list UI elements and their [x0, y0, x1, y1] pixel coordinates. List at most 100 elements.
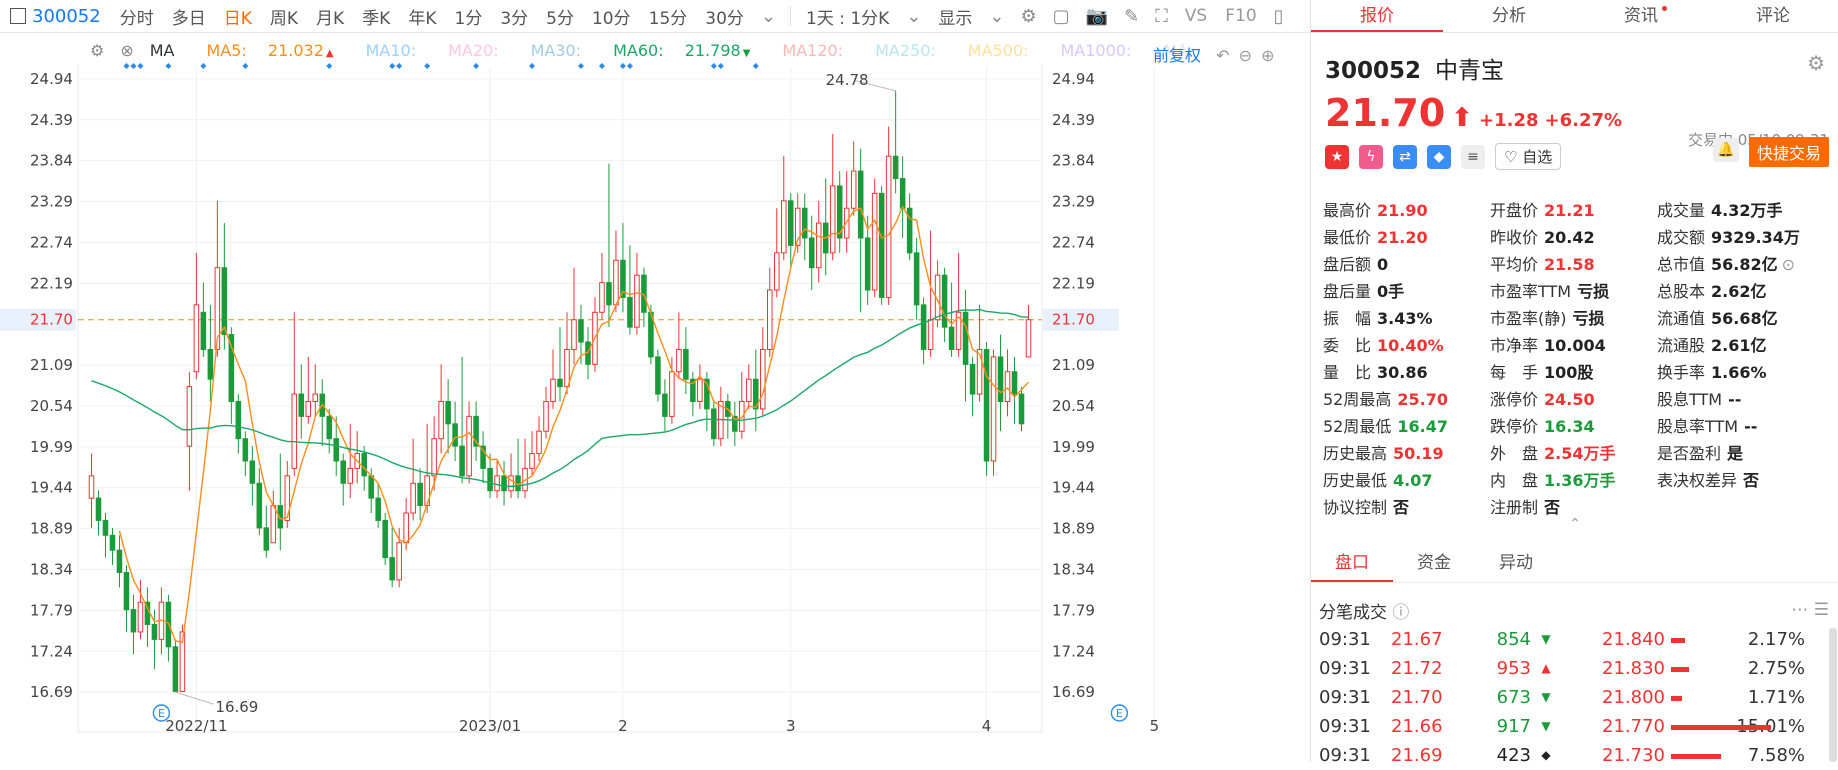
period-tab[interactable]: 5分 — [546, 4, 574, 29]
quote-panel: 报价 分析 资讯 评论 300052 中青宝 21.70 ⬆ +1.28 +6.27% … — [1310, 0, 1838, 766]
period-tab[interactable]: 日K — [224, 4, 252, 29]
period-tab[interactable]: 30分 — [705, 4, 744, 29]
more-icon[interactable]: ⊙ — [1782, 255, 1795, 274]
chevron-down-icon[interactable]: ⌄ — [906, 6, 921, 27]
bell-icon[interactable]: 🔔 — [1713, 138, 1739, 162]
interval-select[interactable]: 1天 : 1分K — [806, 4, 889, 29]
candle-body — [438, 401, 444, 440]
close-icon[interactable]: ⊗ — [120, 41, 133, 60]
event-marker[interactable] — [123, 63, 130, 69]
sub-tab[interactable]: 盘口 — [1311, 544, 1393, 582]
stat-item: 市净率 10.004 — [1490, 334, 1657, 358]
candle-body — [501, 475, 507, 492]
level-bar-fill — [1671, 725, 1771, 730]
note-icon[interactable]: ≡ — [1461, 144, 1485, 169]
event-marker[interactable] — [577, 63, 584, 69]
ma-legend-item[interactable]: MA60: 21.798 ▼ — [613, 41, 766, 60]
stat-value: 是 — [1727, 444, 1744, 463]
settings-icon[interactable]: ⚙ — [1021, 6, 1037, 27]
event-marker[interactable] — [326, 63, 333, 69]
flash-icon[interactable]: ϟ — [1359, 144, 1383, 169]
period-tab[interactable]: 月K — [316, 4, 344, 29]
period-tab[interactable]: 1分 — [455, 4, 483, 29]
settings-icon[interactable]: ⚙ — [90, 41, 104, 60]
collapse-icon[interactable]: ⌃ — [1311, 517, 1838, 531]
ma-legend-item[interactable]: MA500: — [968, 41, 1045, 60]
kline-chart[interactable]: ⚙ ⊗ MA MA5: 21.032 ▲ MA10: MA20: MA30: MA60: 2… — [0, 33, 1310, 762]
sub-tab[interactable]: 异动 — [1475, 544, 1557, 582]
event-marker[interactable] — [626, 63, 633, 69]
period-tab[interactable]: 分时 — [120, 4, 154, 29]
event-marker[interactable] — [752, 63, 759, 69]
event-marker[interactable] — [473, 63, 480, 69]
ma-legend-item[interactable]: MA20: — [448, 41, 515, 60]
more-icon[interactable]: ⋯ ☰ — [1791, 600, 1829, 620]
stat-item: 市盈率TTM 亏损 — [1490, 280, 1657, 304]
event-marker[interactable] — [598, 63, 605, 69]
ma-legend-item[interactable]: MA5: 21.032 ▲ — [207, 41, 350, 60]
candle-body — [1018, 393, 1025, 425]
event-marker[interactable] — [165, 63, 172, 69]
panel-toggle-icon[interactable] — [10, 8, 26, 24]
fullscreen-icon[interactable]: ⛶ — [1155, 6, 1168, 27]
quote-tab[interactable]: 报价 — [1311, 0, 1443, 32]
quote-tab[interactable]: 资讯 — [1575, 0, 1707, 32]
event-marker[interactable] — [137, 63, 144, 69]
info-icon[interactable]: ⓘ — [1392, 603, 1409, 623]
low-leader-line — [175, 691, 214, 705]
pen-icon[interactable]: ✎ — [1124, 6, 1139, 27]
down-triangle-icon: ▼ — [742, 48, 751, 59]
zoom-in-icon[interactable]: ⊕ — [1261, 46, 1274, 65]
stat-label: 成交量 — [1657, 201, 1706, 220]
period-tab[interactable]: 10分 — [592, 4, 631, 29]
quote-tab[interactable]: 分析 — [1443, 0, 1575, 32]
settings-icon[interactable]: ⚙ — [1807, 51, 1825, 75]
stock-title: 300052 中青宝 — [1325, 51, 1827, 85]
period-tab[interactable]: 多日 — [172, 4, 206, 29]
candle-body — [368, 475, 374, 499]
quick-trade-button[interactable]: 快捷交易 — [1748, 137, 1829, 167]
period-tab[interactable]: 年K — [408, 4, 436, 29]
ma-legend-item[interactable]: MA250: — [875, 41, 952, 60]
ma-legend-item[interactable]: MA — [150, 41, 191, 60]
add-watchlist-button[interactable]: ♡ 自选 — [1495, 143, 1562, 170]
shuffle-icon[interactable]: ⇄ — [1393, 144, 1417, 169]
ma-legend-item[interactable]: MA1000: — [1060, 41, 1147, 60]
event-marker[interactable] — [396, 63, 403, 69]
stat-item: 流通值 56.68亿 — [1657, 307, 1837, 331]
chevron-down-icon[interactable]: ⌄ — [761, 6, 776, 27]
event-marker[interactable] — [424, 63, 431, 69]
event-marker[interactable] — [242, 63, 249, 69]
period-tab[interactable]: 周K — [270, 4, 298, 29]
period-tab[interactable]: 15分 — [649, 4, 688, 29]
f10-button[interactable]: F10 — [1225, 6, 1256, 26]
china-flag-icon[interactable]: ★ — [1325, 144, 1349, 169]
draw-box-icon[interactable]: ▢ — [1053, 6, 1070, 27]
zoom-out-icon[interactable]: ⊖ — [1239, 46, 1252, 65]
event-marker[interactable] — [389, 63, 396, 69]
sidebar-icon[interactable]: ▯ — [1274, 6, 1284, 27]
candle-body — [962, 311, 969, 365]
event-marker[interactable] — [710, 63, 717, 69]
scrollbar[interactable] — [1829, 628, 1837, 762]
event-marker[interactable] — [130, 63, 137, 69]
ma-legend-item[interactable]: MA10: — [366, 41, 433, 60]
event-marker[interactable] — [619, 63, 626, 69]
chevron-down-icon[interactable]: ⌄ — [989, 6, 1004, 27]
ma-legend-item[interactable]: MA120: — [782, 41, 859, 60]
quote-tab[interactable]: 评论 — [1707, 0, 1838, 32]
adjust-select[interactable]: 前复权 ↶ ⊖ ⊕ — [1153, 42, 1275, 66]
stat-value: 否 — [1743, 471, 1760, 490]
sub-tab[interactable]: 资金 — [1393, 544, 1475, 582]
period-tab[interactable]: 季K — [362, 4, 390, 29]
tag-icon[interactable]: ◆ — [1427, 144, 1451, 169]
display-menu[interactable]: 显示 — [938, 4, 972, 29]
undo-icon[interactable]: ↶ — [1216, 46, 1229, 65]
vs-button[interactable]: VS — [1185, 6, 1207, 26]
event-marker[interactable] — [529, 63, 536, 69]
ma-legend-item[interactable]: MA30: — [531, 41, 598, 60]
event-marker[interactable] — [200, 63, 207, 69]
camera-icon[interactable]: 📷 — [1086, 6, 1108, 27]
event-marker[interactable] — [717, 63, 724, 69]
period-tab[interactable]: 3分 — [500, 4, 528, 29]
